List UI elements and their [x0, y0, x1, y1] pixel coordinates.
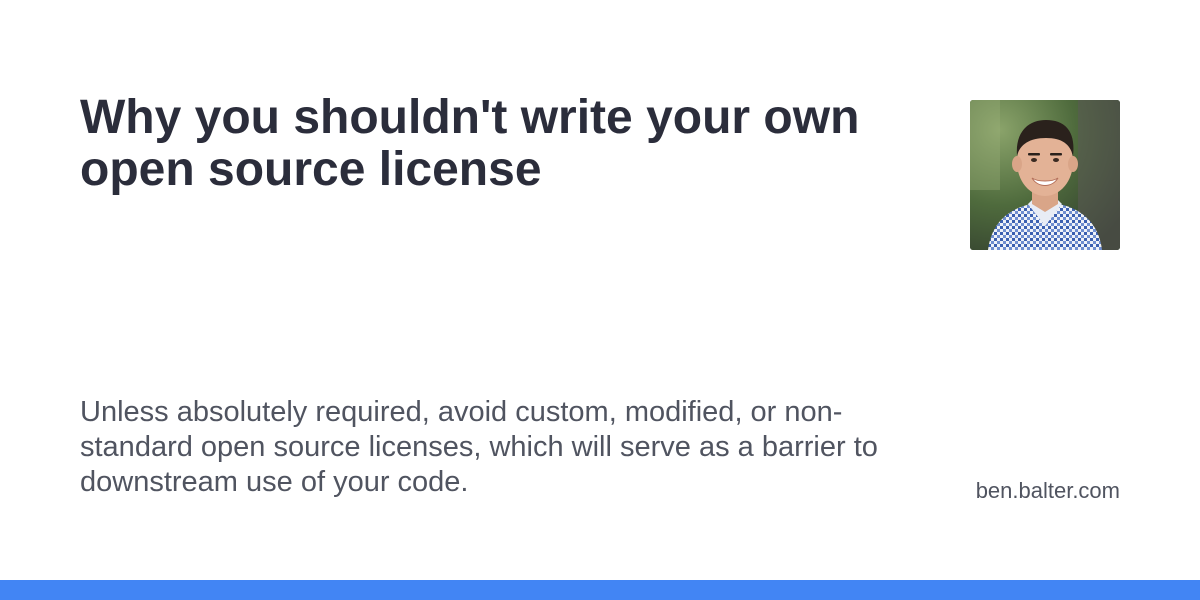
accent-bar: [0, 580, 1200, 600]
site-domain: ben.balter.com: [975, 478, 1120, 503]
page-description: Unless absolutely required, avoid custom…: [80, 396, 878, 498]
person-photo-icon: [970, 100, 1120, 250]
social-card: Why you shouldn't write your own open so…: [0, 0, 1200, 580]
page-title: Why you shouldn't write your own open so…: [80, 91, 860, 196]
author-avatar: [970, 100, 1120, 250]
